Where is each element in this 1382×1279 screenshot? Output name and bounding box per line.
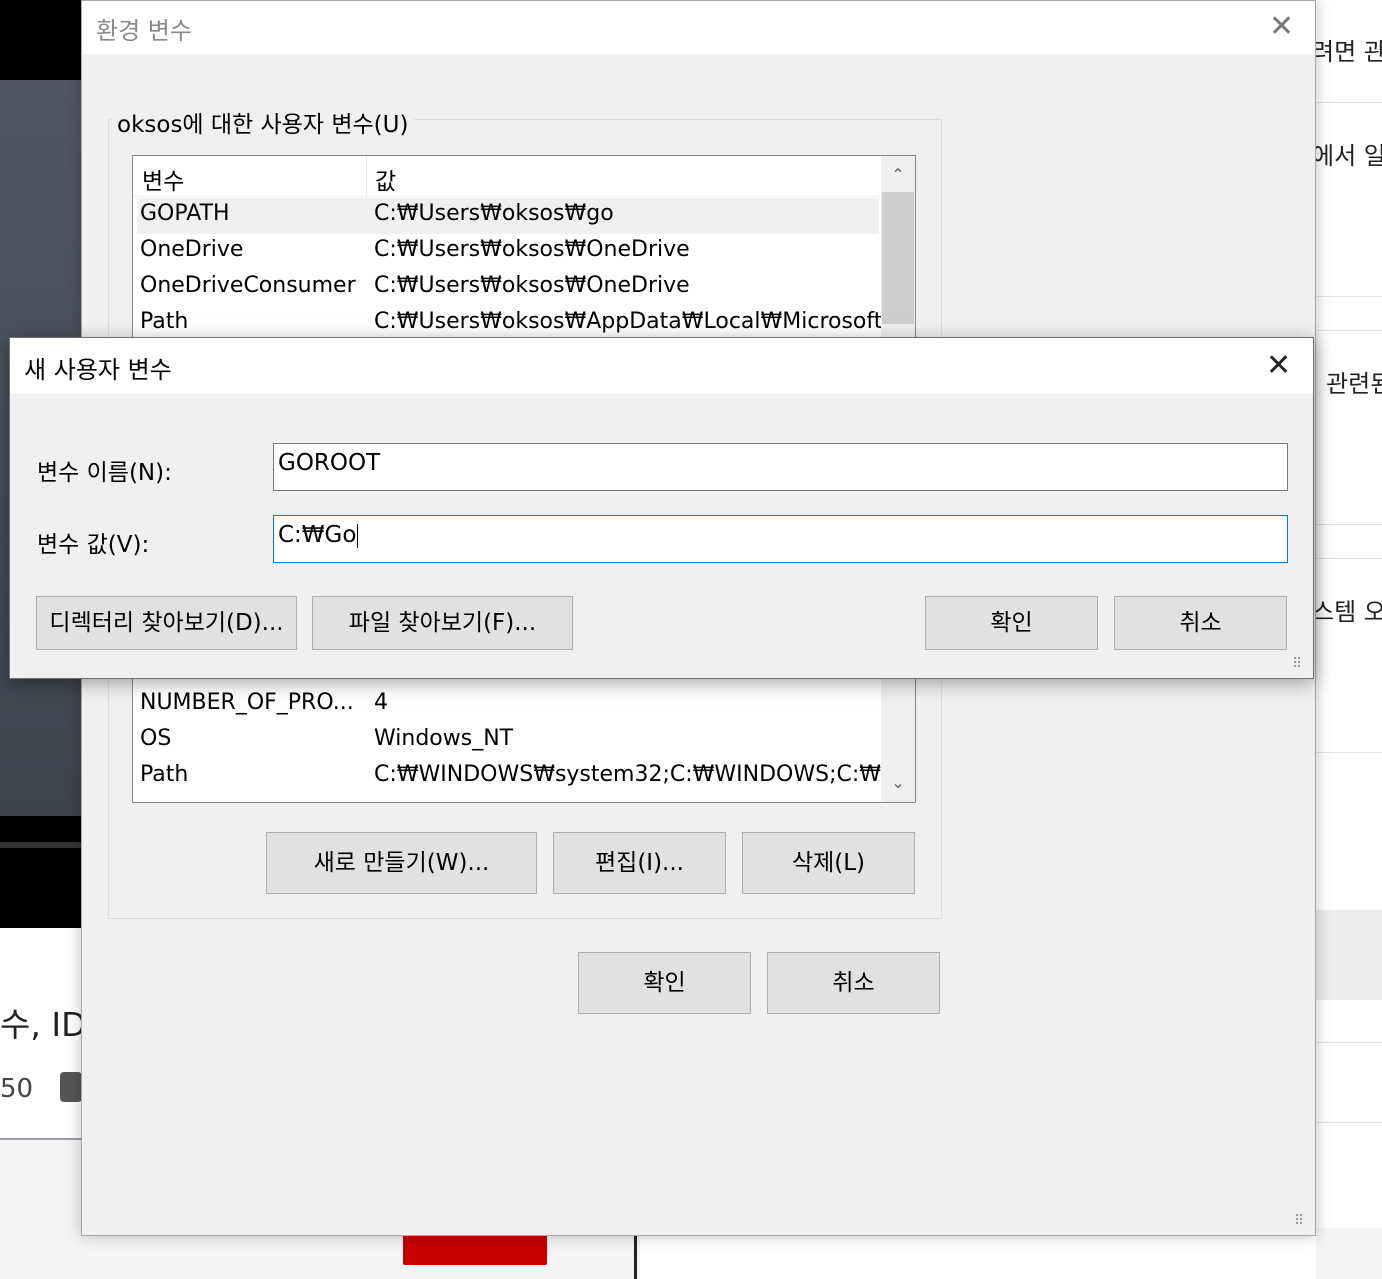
new-var-dialog-titlebar[interactable]: 새 사용자 변수 ✕ bbox=[10, 338, 1313, 394]
text-caret bbox=[357, 523, 359, 548]
var-value-input[interactable]: C:₩Go bbox=[273, 515, 1288, 563]
var-name-input-value: GOROOT bbox=[278, 450, 381, 476]
edit-system-var-button[interactable]: 편집(I)... bbox=[553, 832, 726, 894]
resize-grip-icon[interactable]: ⠿ bbox=[1294, 1213, 1304, 1229]
var-name-label: 변수 이름(N): bbox=[37, 460, 172, 486]
background-vertical-line bbox=[634, 1234, 637, 1279]
env-dialog-titlebar[interactable]: 환경 변수 ✕ bbox=[82, 1, 1315, 54]
var-name: Path bbox=[140, 762, 189, 787]
list-header: 변수 값 bbox=[133, 156, 881, 197]
browse-file-button[interactable]: 파일 찾아보기(F)... bbox=[312, 596, 573, 650]
system-vars-list[interactable]: NUMBER_OF_PRO... 4 OS Windows_NT Path C:… bbox=[132, 665, 916, 803]
chevron-down-icon[interactable]: ⌄ bbox=[881, 766, 915, 800]
var-name: OneDriveConsumer bbox=[140, 273, 356, 298]
var-value-input-value: C:₩Go bbox=[278, 522, 357, 548]
thumb-icon bbox=[60, 1072, 82, 1102]
ok-button[interactable]: 확인 bbox=[578, 952, 751, 1014]
list-item[interactable]: GOPATH C:₩Users₩oksos₩go bbox=[137, 198, 879, 234]
background-right-divider bbox=[1316, 752, 1382, 753]
background-right-divider bbox=[1316, 330, 1382, 331]
background-right-bottom bbox=[1316, 1228, 1382, 1279]
scrollbar-thumb[interactable] bbox=[882, 192, 914, 324]
browse-directory-button[interactable]: 디렉터리 찾아보기(D)... bbox=[36, 596, 297, 650]
var-name-input[interactable]: GOROOT bbox=[273, 443, 1288, 491]
new-user-var-dialog: 새 사용자 변수 ✕ 변수 이름(N): GOROOT 변수 값(V): C:₩… bbox=[9, 337, 1314, 679]
cancel-button[interactable]: 취소 bbox=[767, 952, 940, 1014]
var-name: GOPATH bbox=[140, 201, 230, 226]
list-item[interactable]: OneDriveConsumer C:₩Users₩oksos₩OneDrive bbox=[137, 270, 879, 306]
ok-button[interactable]: 확인 bbox=[925, 596, 1098, 650]
background-strip-line bbox=[0, 842, 82, 848]
background-right-divider bbox=[1316, 296, 1382, 297]
background-right-text-2: 에서 일 bbox=[1312, 142, 1382, 170]
env-dialog-title: 환경 변수 bbox=[96, 17, 192, 45]
vertical-scrollbar[interactable]: ⌄ bbox=[881, 665, 915, 802]
list-item[interactable]: Path C:₩WINDOWS₩system32;C:₩WINDOWS;C:₩.… bbox=[137, 759, 902, 795]
close-icon[interactable]: ✕ bbox=[1266, 351, 1291, 381]
background-right-gray bbox=[1316, 910, 1382, 1000]
background-right-divider bbox=[1316, 1042, 1382, 1043]
chevron-up-icon[interactable]: ⌃ bbox=[881, 158, 915, 192]
background-right-divider bbox=[1316, 1122, 1382, 1123]
var-name: OneDrive bbox=[140, 237, 244, 262]
var-value: Windows_NT bbox=[374, 726, 514, 751]
var-value: C:₩Users₩oksos₩AppData₩Local₩Microsoft..… bbox=[374, 309, 904, 334]
background-right-panel bbox=[1316, 0, 1382, 1279]
new-system-var-button[interactable]: 새로 만들기(W)... bbox=[266, 832, 537, 894]
background-left-number: 50 bbox=[0, 1074, 34, 1104]
var-value: C:₩Users₩oksos₩OneDrive bbox=[374, 237, 690, 262]
delete-system-var-button[interactable]: 삭제(L) bbox=[742, 832, 915, 894]
background-strip bbox=[0, 816, 82, 928]
background-right-divider bbox=[1316, 102, 1382, 103]
background-right-divider bbox=[1316, 524, 1382, 525]
column-header-variable[interactable]: 변수 bbox=[142, 162, 184, 196]
background-dark-area bbox=[0, 0, 82, 80]
background-right-text-1: 려면 관 bbox=[1312, 38, 1382, 66]
list-item[interactable]: OneDrive C:₩Users₩oksos₩OneDrive bbox=[137, 234, 879, 270]
background-red-button[interactable] bbox=[403, 1232, 547, 1265]
var-value: C:₩WINDOWS₩system32;C:₩WINDOWS;C:₩... bbox=[374, 762, 903, 787]
var-name: OS bbox=[140, 726, 172, 751]
var-name: Path bbox=[140, 309, 189, 334]
vertical-scrollbar[interactable]: ⌃ bbox=[881, 156, 915, 341]
var-value: C:₩Users₩oksos₩OneDrive bbox=[374, 273, 690, 298]
column-header-value[interactable]: 값 bbox=[375, 162, 396, 196]
list-item[interactable]: NUMBER_OF_PRO... 4 bbox=[137, 687, 879, 723]
background-right-divider bbox=[1316, 558, 1382, 559]
cancel-button[interactable]: 취소 bbox=[1114, 596, 1287, 650]
background-left-text: 수, ID bbox=[0, 1005, 87, 1044]
new-var-dialog-title: 새 사용자 변수 bbox=[24, 356, 172, 384]
var-value-label: 변수 값(V): bbox=[37, 532, 150, 558]
var-value: C:₩Users₩oksos₩go bbox=[374, 201, 614, 226]
background-right-text-4: 스템 오 bbox=[1312, 598, 1382, 626]
close-icon[interactable]: ✕ bbox=[1269, 12, 1294, 42]
column-separator[interactable] bbox=[366, 156, 367, 196]
var-name: NUMBER_OF_PRO... bbox=[140, 690, 354, 715]
var-value: 4 bbox=[374, 690, 388, 715]
list-item[interactable]: OS Windows_NT bbox=[137, 723, 879, 759]
background-right-text-3: 관련된 bbox=[1326, 370, 1382, 398]
user-vars-group-label: oksos에 대한 사용자 변수(U) bbox=[111, 105, 415, 139]
user-vars-list[interactable]: 변수 값 GOPATH C:₩Users₩oksos₩go OneDrive C… bbox=[132, 155, 916, 342]
resize-grip-icon[interactable]: ⠿ bbox=[1292, 656, 1302, 672]
